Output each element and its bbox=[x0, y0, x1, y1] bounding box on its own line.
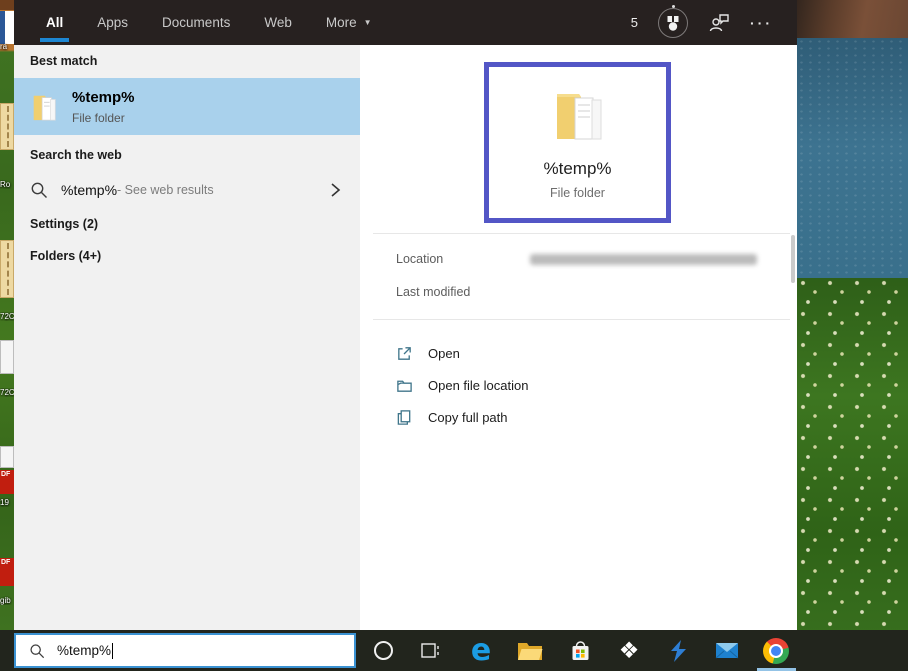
search-value: %temp% bbox=[57, 643, 111, 658]
file-icon bbox=[0, 340, 14, 374]
cortana-icon[interactable] bbox=[363, 630, 403, 671]
task-view-icon[interactable] bbox=[410, 630, 450, 671]
action-open-file-location[interactable]: Open file location bbox=[396, 373, 528, 397]
divider bbox=[373, 319, 790, 320]
tab-all[interactable]: All bbox=[40, 0, 69, 45]
preview-title: %temp% bbox=[543, 159, 611, 179]
best-match-header: Best match bbox=[30, 54, 97, 68]
rewards-count[interactable]: 5 bbox=[631, 15, 638, 30]
action-label: Open file location bbox=[428, 378, 528, 393]
tab-apps[interactable]: Apps bbox=[91, 0, 134, 45]
file-explorer-icon[interactable] bbox=[510, 630, 550, 671]
preview-card[interactable]: %temp% File folder bbox=[484, 62, 671, 223]
wallpaper-water bbox=[797, 38, 908, 278]
action-label: Open bbox=[428, 346, 460, 361]
best-match-title: %temp% bbox=[72, 89, 135, 106]
best-match-type: File folder bbox=[72, 111, 135, 125]
s-app-icon[interactable] bbox=[658, 630, 698, 671]
desktop-wallpaper bbox=[797, 0, 908, 671]
folders-group-header[interactable]: Folders (4+) bbox=[30, 249, 101, 263]
search-filter-bar: All Apps Documents Web More ▼ 5 bbox=[14, 0, 797, 45]
tab-documents[interactable]: Documents bbox=[156, 0, 236, 45]
feedback-icon[interactable] bbox=[708, 13, 730, 33]
chevron-right-icon[interactable] bbox=[328, 180, 342, 200]
best-match-text: %temp% File folder bbox=[72, 89, 135, 125]
scrollbar-thumb[interactable] bbox=[791, 235, 795, 283]
desktop-icon-label: gib bbox=[0, 596, 14, 605]
pdf-file-icon: DF bbox=[0, 558, 14, 586]
zip-folder-icon bbox=[0, 240, 14, 298]
tab-web[interactable]: Web bbox=[258, 0, 298, 45]
desktop-icon-label: 19 bbox=[0, 498, 14, 507]
edge-browser-icon[interactable]: e bbox=[461, 630, 501, 671]
action-copy-full-path[interactable]: Copy full path bbox=[396, 405, 508, 429]
zip-folder-icon bbox=[0, 103, 14, 150]
mail-icon[interactable] bbox=[707, 630, 747, 671]
search-results-panel: Best match %temp% File folder Search the… bbox=[14, 45, 360, 630]
copy-path-icon bbox=[396, 409, 413, 426]
action-open[interactable]: Open bbox=[396, 341, 460, 365]
chevron-down-icon: ▼ bbox=[364, 18, 372, 27]
rewards-icon[interactable] bbox=[658, 8, 688, 38]
last-modified-label: Last modified bbox=[396, 285, 470, 299]
medal-glyph bbox=[664, 14, 682, 32]
location-label: Location bbox=[396, 252, 443, 266]
wallpaper-cliffs bbox=[797, 0, 908, 38]
tab-more[interactable]: More ▼ bbox=[320, 0, 378, 45]
more-options-icon[interactable]: ··· bbox=[750, 15, 773, 31]
location-value-redacted bbox=[530, 254, 757, 265]
desktop-icons-strip: ra Ro 72C 72C DF 19 DF gib bbox=[0, 0, 14, 630]
search-icon bbox=[30, 181, 48, 199]
best-match-result[interactable]: %temp% File folder bbox=[14, 78, 360, 135]
desktop-icon-label: 72C bbox=[0, 388, 14, 397]
windows-search-screen: ra Ro 72C 72C DF 19 DF gib All Apps Docu… bbox=[0, 0, 908, 671]
search-web-header: Search the web bbox=[30, 148, 122, 162]
web-hint: - See web results bbox=[117, 183, 214, 197]
chrome-icon[interactable] bbox=[756, 630, 796, 671]
pdf-file-icon: DF bbox=[0, 470, 14, 494]
open-file-location-icon bbox=[396, 377, 413, 394]
desktop-icon-label: 72C bbox=[0, 312, 14, 321]
filter-tabs: All Apps Documents Web More ▼ bbox=[14, 0, 400, 45]
search-input[interactable]: %temp% bbox=[14, 633, 356, 668]
preview-panel: %temp% File folder Location Last modifie… bbox=[360, 45, 797, 630]
microsoft-store-icon[interactable] bbox=[560, 630, 600, 671]
search-icon bbox=[29, 643, 45, 659]
word-document-icon bbox=[0, 11, 14, 44]
folder-icon bbox=[29, 90, 59, 124]
preview-type: File folder bbox=[550, 186, 605, 200]
desktop-icon-label: ra bbox=[0, 42, 14, 51]
settings-group-header[interactable]: Settings (2) bbox=[30, 217, 98, 231]
wallpaper-grass bbox=[797, 278, 908, 671]
web-query: %temp% bbox=[61, 182, 117, 198]
text-cursor bbox=[112, 643, 113, 659]
file-icon bbox=[0, 446, 14, 468]
open-external-icon bbox=[396, 345, 413, 362]
web-search-result[interactable]: %temp% - See web results bbox=[14, 168, 360, 212]
dropbox-icon[interactable]: ❖ bbox=[609, 630, 649, 671]
taskbar: %temp% e bbox=[0, 630, 908, 671]
folder-icon-large bbox=[545, 88, 611, 144]
divider bbox=[373, 233, 790, 234]
desktop-icon-label: Ro bbox=[0, 180, 14, 189]
action-label: Copy full path bbox=[428, 410, 508, 425]
topbar-actions: 5 ··· bbox=[631, 0, 773, 45]
